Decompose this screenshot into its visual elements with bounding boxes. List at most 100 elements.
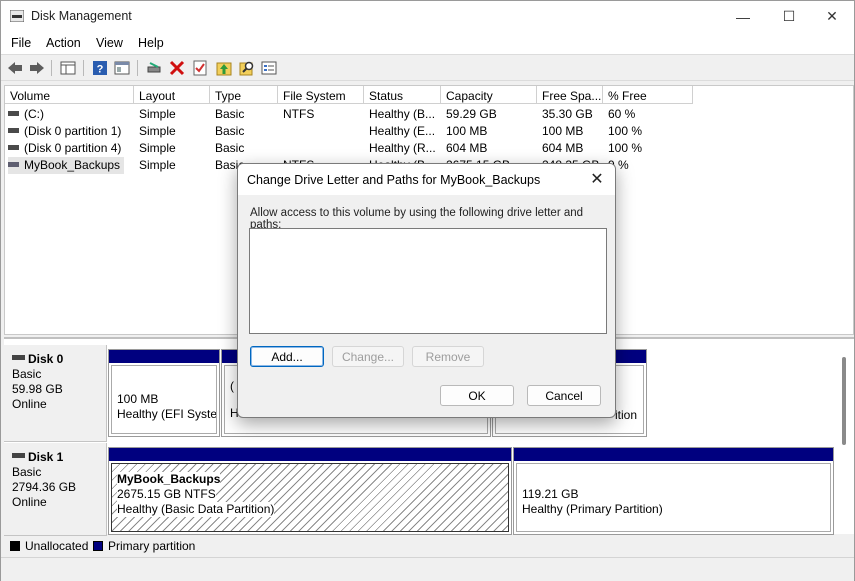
disk-management-app-icon (10, 10, 24, 22)
type-cell: Basic (215, 141, 245, 155)
disk-icon (12, 355, 25, 361)
layout-cell: Simple (139, 141, 176, 155)
disk-name: Disk 1 (28, 450, 64, 464)
partition-bar (109, 350, 219, 363)
menu-help[interactable]: Help (138, 36, 164, 50)
partition-mybook-backups[interactable]: MyBook_Backups 2675.15 GB NTFS Healthy (… (108, 447, 512, 535)
delete-button[interactable] (168, 59, 186, 77)
legend-primary-swatch (93, 541, 103, 551)
volume-name: MyBook_Backups (24, 158, 121, 172)
drive-letter-paths-list[interactable] (249, 228, 607, 334)
partition-size: 2675.15 GB NTFS (117, 487, 216, 502)
disk-1-label[interactable]: Disk 1 Basic 2794.36 GB Online (4, 443, 107, 536)
column-header-percent-free[interactable]: % Free (603, 86, 693, 104)
add-button[interactable]: Add... (250, 346, 324, 367)
legend-unallocated-label: Unallocated (25, 539, 89, 553)
status-bar (1, 557, 854, 581)
search-button[interactable] (238, 59, 256, 77)
volume-name: (C:) (24, 107, 44, 121)
type-cell: Basic (215, 107, 245, 121)
volume-cell: (Disk 0 partition 1) (8, 123, 134, 140)
maximize-button[interactable]: ☐ (766, 1, 812, 32)
title-bar: Disk Management — ☐ ✕ (1, 1, 854, 32)
graph-scrollbar[interactable] (842, 357, 846, 445)
column-header-type[interactable]: Type (210, 86, 278, 104)
disk-state: Online (12, 397, 47, 411)
checklist-button[interactable] (191, 59, 209, 77)
volume-icon (8, 128, 19, 134)
volume-icon (8, 162, 19, 168)
forward-button[interactable] (28, 59, 46, 77)
close-icon: ✕ (590, 171, 604, 188)
maximize-icon: ☐ (782, 8, 796, 24)
minimize-button[interactable]: — (720, 1, 766, 32)
partition-disk1-primary[interactable]: 119.21 GB Healthy (Primary Partition) (513, 447, 834, 535)
partition-size: 100 MB (117, 392, 159, 406)
free-space-cell: 604 MB (542, 141, 584, 155)
connect-drive-button[interactable] (145, 59, 163, 77)
layout-cell: Simple (139, 158, 176, 172)
capacity-cell: 604 MB (446, 141, 488, 155)
forward-arrow-icon (30, 62, 44, 74)
volume-icon (8, 145, 19, 151)
type-cell: Basic (215, 124, 245, 138)
volume-cell: MyBook_Backups (8, 157, 124, 174)
partition-bar (109, 448, 511, 461)
window-title: Disk Management (31, 9, 132, 23)
partition-disk0-efi[interactable]: 100 MB Healthy (EFI System (108, 349, 220, 437)
partition-bar (514, 448, 833, 461)
layout-cell: Simple (139, 107, 176, 121)
volume-cell: (C:) (8, 106, 134, 123)
percent-free-cell: 60 % (608, 107, 636, 121)
partition-body: 100 MB Healthy (EFI System (111, 365, 217, 434)
properties-pane-button[interactable] (59, 59, 77, 77)
disk-size: 59.98 GB (12, 382, 63, 396)
volume-cell: (Disk 0 partition 4) (8, 140, 134, 157)
free-space-cell: 35.30 GB (542, 107, 593, 121)
volume-name: (Disk 0 partition 4) (24, 141, 122, 155)
column-header-status[interactable]: Status (364, 86, 441, 104)
partition-size: 119.21 GB (522, 487, 579, 501)
menu-action[interactable]: Action (46, 36, 81, 50)
upload-button[interactable] (215, 59, 233, 77)
close-icon: ✕ (826, 8, 838, 24)
svg-text:?: ? (97, 64, 104, 76)
checklist-icon (193, 60, 207, 76)
column-header-file-system[interactable]: File System (278, 86, 364, 104)
column-header-volume[interactable]: Volume (5, 86, 134, 104)
help-button[interactable]: ? (91, 59, 109, 77)
details-icon (261, 61, 277, 75)
dialog-title-bar: Change Drive Letter and Paths for MyBook… (238, 164, 615, 195)
column-header-free-space[interactable]: Free Spa... (537, 86, 603, 104)
disk-name: Disk 0 (28, 352, 64, 366)
disk-0-label[interactable]: Disk 0 Basic 59.98 GB Online (4, 345, 107, 442)
status-cell: Healthy (R... (369, 141, 436, 155)
volume-name: (Disk 0 partition 1) (24, 124, 122, 138)
disk-icon (12, 453, 25, 459)
partition-body: 119.21 GB Healthy (Primary Partition) (516, 463, 831, 532)
partition-body-selected: MyBook_Backups 2675.15 GB NTFS Healthy (… (111, 463, 509, 532)
disk-size: 2794.36 GB (12, 480, 77, 494)
delete-icon (169, 60, 185, 76)
remove-button[interactable]: Remove (412, 346, 484, 367)
console-view-button[interactable] (113, 59, 131, 77)
disk-type: Basic (12, 465, 42, 479)
ok-button[interactable]: OK (440, 385, 514, 406)
change-button[interactable]: Change... (332, 346, 404, 367)
details-button[interactable] (260, 59, 278, 77)
status-cell: Healthy (B... (369, 107, 436, 121)
free-space-cell: 100 MB (542, 124, 584, 138)
properties-pane-icon (60, 61, 76, 75)
column-header-layout[interactable]: Layout (134, 86, 210, 104)
menu-bar: File Action View Help (1, 32, 854, 54)
back-button[interactable] (6, 59, 24, 77)
column-header-capacity[interactable]: Capacity (441, 86, 537, 104)
close-button[interactable]: ✕ (809, 1, 855, 32)
legend: Unallocated Primary partition (4, 537, 854, 555)
console-view-icon (114, 61, 130, 75)
dialog-close-button[interactable]: ✕ (585, 168, 609, 190)
menu-file[interactable]: File (11, 36, 31, 50)
cancel-button[interactable]: Cancel (527, 385, 601, 406)
search-icon (239, 61, 254, 76)
menu-view[interactable]: View (96, 36, 123, 50)
